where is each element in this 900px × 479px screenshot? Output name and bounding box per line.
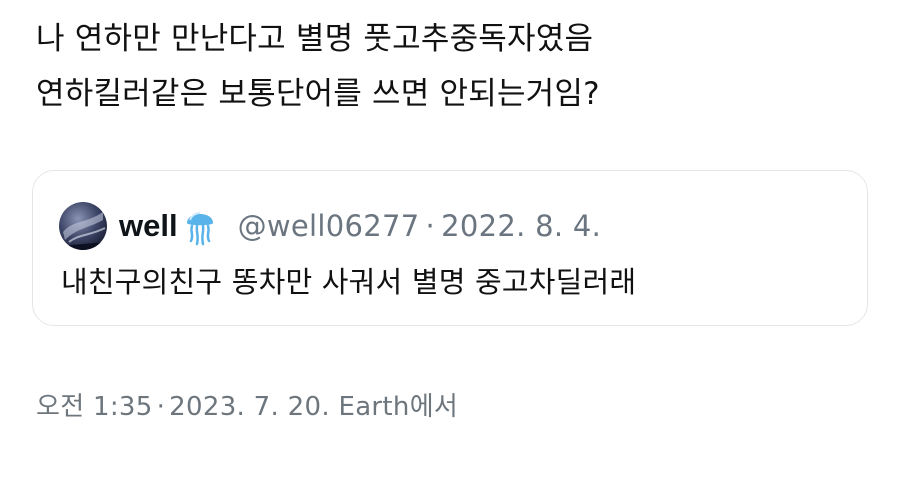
quoted-tweet-meta: @well06277 · 2022. 8. 4. (238, 209, 602, 243)
tweet-text: 나 연하만 만난다고 별명 풋고추중독자였음 연하킬러같은 보통단어를 쓰면 안… (36, 12, 876, 122)
timestamp-separator: · (156, 392, 166, 422)
tweet-source: Earth에서 (338, 392, 459, 422)
tweet-timestamp: 오전 1:35 · 2023. 7. 20. Earth에서 (36, 386, 458, 423)
stormy-sky-avatar-icon (59, 202, 107, 250)
quoted-handle[interactable]: @well06277 (238, 209, 420, 243)
quoted-tweet-text: 내친구의친구 똥차만 사궈서 별명 중고차딜러래 (61, 265, 637, 299)
tweet-time[interactable]: 오전 1:35 (36, 392, 153, 422)
jellyfish-icon (184, 205, 216, 247)
quoted-tweet-header: well @well06277 · 2022. 8. 4. (59, 201, 601, 251)
meta-separator: · (425, 209, 436, 243)
quoted-date[interactable]: 2022. 8. 4. (441, 209, 601, 243)
tweet-text-line: 나 연하만 만난다고 별명 풋고추중독자였음 (36, 21, 594, 57)
tweet-date[interactable]: 2023. 7. 20. (169, 392, 330, 422)
quoted-display-name[interactable]: well (119, 208, 178, 244)
quoted-tweet-card[interactable]: well @well06277 · 2022. 8. 4. 내친구의친구 똥차만 사… (32, 170, 868, 326)
avatar[interactable] (59, 202, 107, 250)
tweet-text-line: 연하킬러같은 보통단어를 쓰면 안되는거임? (36, 76, 600, 112)
